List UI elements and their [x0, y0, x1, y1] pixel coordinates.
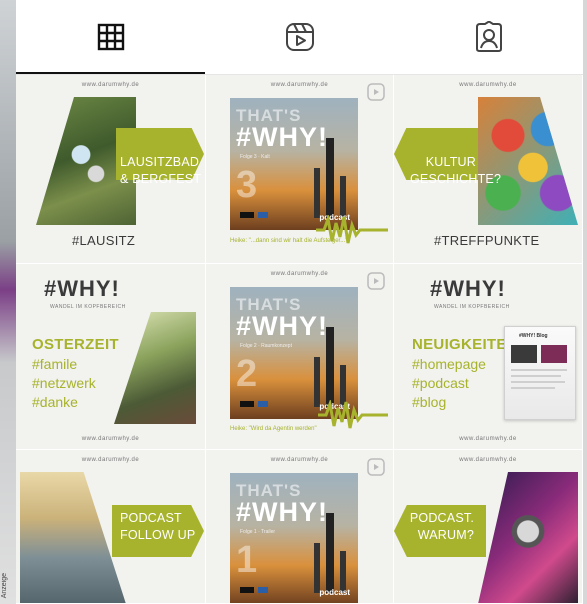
side-label: Anzeige [1, 572, 8, 598]
post-banner-text: LAUSITZBAD & BERGFEST [120, 155, 202, 186]
post-url: www.darumwhy.de [459, 436, 517, 442]
website-text-line [511, 387, 555, 389]
sponsor-logo [240, 212, 254, 218]
post-followup[interactable]: www.darumwhy.de PODCAST FOLLOW UP [16, 450, 206, 604]
tower-shape [314, 168, 320, 218]
brand-logo: #WHY! [44, 276, 120, 301]
post-heading: NEUIGKEITEN [412, 336, 518, 353]
cover-episode: Folge 3 · Kalt [240, 154, 270, 160]
post-line: #blog [412, 394, 447, 410]
brand-logo: #WHY! [430, 276, 506, 301]
post-warum[interactable]: www.darumwhy.de PODCAST. WARUM? [394, 450, 583, 604]
post-banner-text: PODCAST FOLLOW UP [120, 511, 196, 542]
reel-badge-icon [367, 83, 385, 101]
tower-shape [314, 543, 320, 593]
brand-subtitle: WANDEL IM KOPFBEREICH [434, 304, 510, 310]
website-text-line [511, 375, 561, 377]
sponsor-logo [258, 401, 268, 407]
post-url: www.darumwhy.de [270, 271, 329, 277]
tower-shape [340, 176, 346, 218]
post-banner-text: KULTUR GESCHICHTE? [410, 155, 502, 186]
sponsor-logo [258, 212, 268, 218]
background-strip: Anzeige [0, 0, 16, 604]
post-neuigkeiten[interactable]: #WHY! WANDEL IM KOPFBEREICH NEUIGKEITEN … [394, 264, 583, 450]
post-banner-text: PODCAST. WARUM? [409, 511, 474, 542]
tower-shape [340, 551, 346, 593]
post-podcast-3[interactable]: www.darumwhy.de THAT'S #WHY! Folge 3 · K… [206, 75, 394, 264]
post-url: www.darumwhy.de [459, 457, 517, 463]
website-image [511, 345, 537, 363]
post-line: #homepage [412, 356, 486, 372]
tab-tagged[interactable] [394, 0, 583, 74]
reel-badge-icon [367, 272, 385, 290]
post-line: #podcast [412, 375, 469, 391]
post-line: #danke [32, 394, 78, 410]
website-text-line [511, 381, 565, 383]
website-image [541, 345, 567, 363]
tab-grid[interactable] [16, 0, 205, 74]
post-url: www.darumwhy.de [459, 82, 517, 88]
sponsor-logo [240, 587, 254, 593]
cover-episode: Folge 1 · Trailer [240, 529, 276, 535]
cover-number: 3 [236, 164, 258, 206]
soundwave-icon [318, 400, 388, 429]
post-image-website: #WHY! Blog [504, 326, 576, 420]
cover-why: #WHY! [236, 497, 328, 527]
podcast-cover: THAT'S #WHY! Folge 1 · Trailer 1 podcast [230, 473, 358, 603]
post-line: #famile [32, 356, 78, 372]
post-lausitz[interactable]: www.darumwhy.de LAUSITZBAD & BERGFEST #LA… [16, 75, 206, 264]
cover-number: 1 [236, 539, 258, 581]
cover-why: #WHY! [236, 122, 328, 152]
tower-shape [326, 513, 334, 593]
post-image-family [114, 312, 196, 424]
grid-icon [97, 23, 124, 51]
reel-badge-icon [367, 458, 385, 476]
podcast-cover: THAT'S #WHY! Folge 3 · Kalt 3 podcast [230, 98, 358, 230]
post-hashtag: #LAUSITZ [72, 233, 136, 248]
tower-shape [326, 327, 334, 407]
post-image-microphone [478, 472, 578, 603]
tab-reels[interactable] [205, 0, 394, 74]
post-url: www.darumwhy.de [270, 457, 329, 463]
cover-number: 2 [236, 353, 258, 395]
post-hashtag: #TREFFPUNKTE [434, 233, 540, 248]
website-title: #WHY! Blog [519, 333, 548, 339]
cover-episode: Folge 2 · Raumkonzept [240, 343, 292, 349]
post-quote: Heike: "Wird da Agentin werden" [230, 426, 317, 432]
cover-label: podcast [319, 588, 350, 597]
profile-tabs [16, 0, 583, 74]
post-kultur[interactable]: www.darumwhy.de KULTUR GESCHICHTE? #TREFF… [394, 75, 583, 264]
post-heading: OSTERZEIT [32, 336, 119, 353]
post-url: www.darumwhy.de [81, 82, 140, 88]
post-image-water [20, 472, 126, 603]
post-podcast-1[interactable]: www.darumwhy.de THAT'S #WHY! Folge 1 · T… [206, 450, 394, 604]
post-quote: Heike: "...dann sind wir halt die Aufste… [230, 238, 348, 244]
website-text-line [511, 369, 567, 371]
brand-subtitle: WANDEL IM KOPFBEREICH [50, 304, 126, 310]
post-osterzeit[interactable]: #WHY! WANDEL IM KOPFBEREICH OSTERZEIT #f… [16, 264, 206, 450]
sponsor-logo [240, 401, 254, 407]
tagged-user-icon [475, 21, 502, 52]
scrollbar[interactable] [583, 0, 587, 604]
post-podcast-2[interactable]: www.darumwhy.de THAT'S #WHY! Folge 2 · R… [206, 264, 394, 450]
post-url: www.darumwhy.de [81, 436, 140, 442]
sponsor-logo [258, 587, 268, 593]
post-line: #netzwerk [32, 375, 96, 391]
reels-icon [285, 23, 314, 51]
cover-why: #WHY! [236, 311, 328, 341]
post-url: www.darumwhy.de [81, 457, 140, 463]
post-image-faces [478, 97, 578, 225]
post-url: www.darumwhy.de [270, 82, 329, 88]
tower-shape [326, 138, 334, 218]
posts-grid: www.darumwhy.de LAUSITZBAD & BERGFEST #LA… [16, 75, 583, 604]
